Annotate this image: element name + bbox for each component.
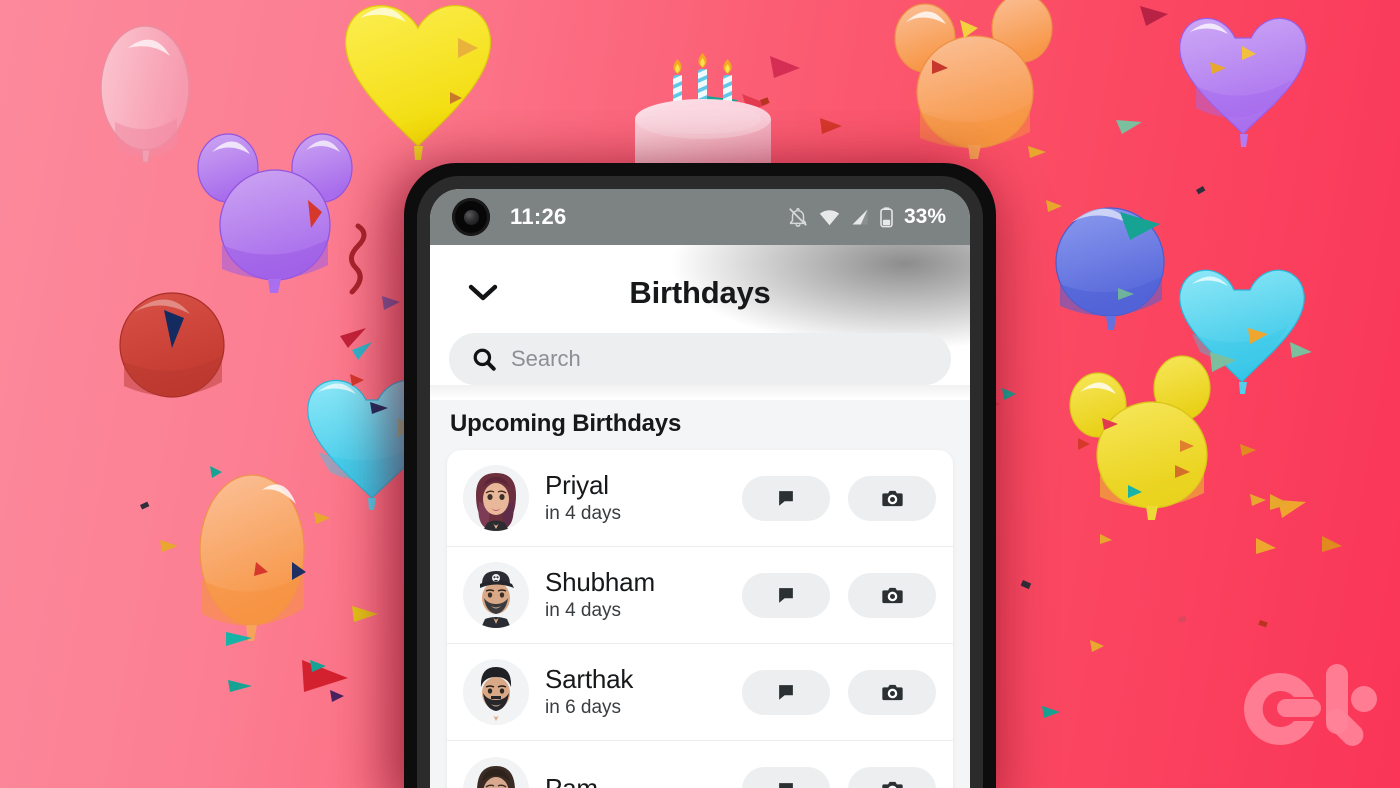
search-bar[interactable] — [449, 333, 951, 385]
header-bar: Birthdays — [430, 263, 970, 323]
birthday-when: in 4 days — [545, 502, 622, 524]
table-row[interactable]: Shubham in 4 days — [447, 547, 953, 644]
section-title: Upcoming Birthdays — [450, 410, 682, 437]
search-icon — [473, 348, 496, 371]
avatar — [463, 756, 529, 788]
camera-icon — [881, 781, 903, 788]
birthday-when: in 4 days — [545, 599, 622, 621]
battery-icon — [880, 207, 893, 228]
status-bar: 11:26 33% — [430, 189, 970, 245]
chat-bubble-icon — [779, 491, 793, 506]
front-camera-punch-hole — [452, 198, 490, 236]
search-input[interactable] — [511, 346, 929, 372]
row-actions — [742, 669, 936, 715]
person-name: Shubham — [545, 567, 655, 598]
phone-device-frame: 11:26 33% Birthdays Search Upcoming Birt… — [404, 163, 996, 788]
row-meta: Priyal in 4 days — [545, 471, 742, 524]
table-row[interactable]: Priyal in 4 days — [447, 450, 953, 547]
avatar — [463, 562, 529, 628]
camera-icon — [881, 684, 903, 700]
avatar — [463, 465, 529, 531]
chat-bubble-icon — [779, 782, 793, 788]
chevron-down-icon — [468, 284, 498, 301]
notifications-off-icon — [789, 208, 807, 227]
phone-bezel: 11:26 33% Birthdays Search Upcoming Birt… — [417, 176, 983, 788]
row-meta: Shubham in 4 days — [545, 568, 742, 621]
battery-percentage-label: 33% — [903, 205, 946, 228]
chat-bubble-icon — [779, 588, 793, 603]
phone-screen: 11:26 33% Birthdays Search Upcoming Birt… — [430, 189, 970, 788]
row-meta: Pam — [545, 772, 742, 788]
chat-button[interactable] — [742, 475, 830, 521]
chat-button[interactable] — [742, 767, 830, 788]
person-name: Pam — [545, 772, 598, 788]
table-row[interactable]: Sarthak in 6 days — [447, 644, 953, 741]
collapse-button[interactable] — [463, 273, 503, 313]
row-actions — [742, 572, 936, 618]
page-title: Birthdays — [629, 275, 771, 310]
camera-button[interactable] — [848, 767, 936, 788]
camera-icon — [881, 587, 903, 603]
chat-button[interactable] — [742, 572, 830, 618]
app-header: Birthdays — [430, 245, 970, 400]
camera-button[interactable] — [848, 669, 936, 715]
camera-icon — [881, 490, 903, 506]
person-name: Priyal — [545, 470, 609, 501]
row-meta: Sarthak in 6 days — [545, 665, 742, 718]
camera-button[interactable] — [848, 572, 936, 618]
status-bar-icons: 33% — [787, 205, 946, 229]
wifi-icon — [819, 210, 840, 226]
avatar — [463, 659, 529, 725]
camera-lens — [463, 209, 479, 225]
row-actions — [742, 767, 936, 788]
gt-watermark-logo — [1244, 664, 1377, 746]
camera-button[interactable] — [848, 475, 936, 521]
cellular-signal-icon — [852, 209, 868, 225]
birthdays-list-area: Upcoming Birthdays Priyal in 4 days Shub… — [430, 400, 970, 788]
status-bar-clock: 11:26 — [510, 204, 567, 229]
birthday-when: in 6 days — [545, 696, 622, 718]
chat-button[interactable] — [742, 669, 830, 715]
person-name: Sarthak — [545, 664, 634, 695]
table-row[interactable]: Pam — [447, 741, 953, 788]
birthdays-card: Priyal in 4 days Shubham in 4 days Sarth… — [447, 450, 953, 788]
header-divider — [430, 385, 970, 400]
row-actions — [742, 475, 936, 521]
chat-bubble-icon — [779, 685, 793, 700]
